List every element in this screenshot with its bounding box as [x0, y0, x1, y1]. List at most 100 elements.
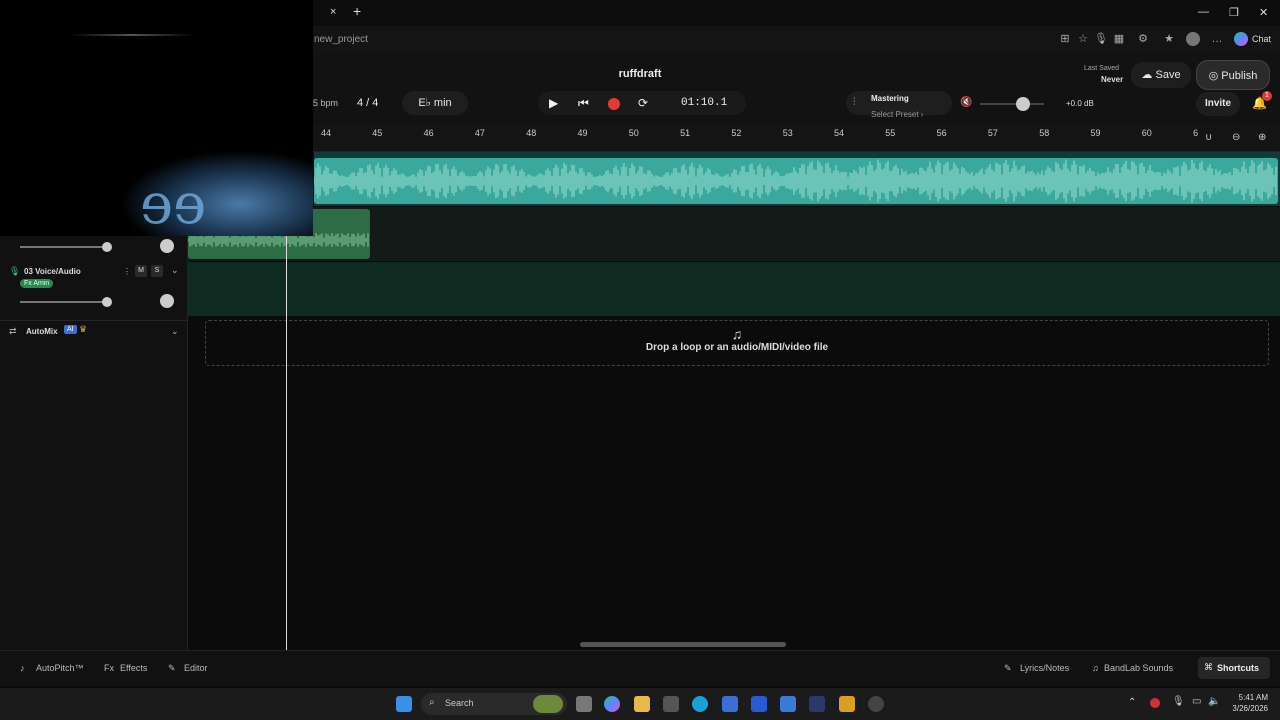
chat-label[interactable]: Chat [1252, 34, 1271, 44]
master-volume-knob[interactable] [1016, 97, 1030, 111]
time-display: 01:10.1 [681, 97, 728, 109]
task-view-icon[interactable] [576, 696, 592, 712]
timeline-ruler[interactable]: 44 45 46 47 48 49 50 51 52 53 54 55 56 57 58 59 60 6 [313, 124, 1280, 152]
rewind-icon[interactable]: ⏮ [578, 96, 589, 111]
key-selector[interactable]: E♭ min [402, 91, 468, 115]
more-menu-icon[interactable]: … [1210, 32, 1224, 46]
taskbar-search[interactable]: ⌕ Search [421, 693, 567, 715]
tab-close-button[interactable]: × [330, 6, 336, 18]
record-icon[interactable] [608, 98, 620, 110]
autopitch-button[interactable]: AutoPitch™ [36, 663, 84, 673]
track-volume-handle[interactable] [102, 297, 112, 307]
snap-magnet-icon[interactable]: ∪ [1205, 132, 1212, 143]
bpm-display[interactable]: 5 bpm [313, 98, 338, 108]
clock-time[interactable]: 5:41 AM [1230, 693, 1268, 702]
store-icon[interactable] [722, 696, 738, 712]
mic-icon[interactable]: 🎙 [1094, 32, 1108, 46]
favorites-icon[interactable]: ★ [1162, 32, 1176, 46]
r-app-icon[interactable] [839, 696, 855, 712]
fx-icon: Fx [104, 663, 114, 673]
fx-badge[interactable]: Fx Amin [20, 279, 54, 288]
time-signature[interactable]: 4 / 4 [357, 97, 378, 109]
drop-zone[interactable]: ♫ Drop a loop or an audio/MIDI/video fil… [205, 320, 1269, 366]
chevron-up-icon[interactable]: ⌃ [1128, 697, 1136, 708]
url-text[interactable]: new_project [314, 34, 368, 45]
profile-avatar[interactable] [1186, 32, 1200, 46]
horizontal-scrollbar[interactable] [580, 642, 786, 647]
search-highlight-icon [533, 695, 563, 713]
extensions-icon[interactable]: ⚙ [1136, 32, 1150, 46]
file-explorer-icon[interactable] [634, 696, 650, 712]
solo-button[interactable]: S [151, 265, 163, 277]
search-icon: ⌕ [429, 697, 435, 708]
audio-clip[interactable] [314, 158, 1278, 204]
pencil-icon: ✎ [168, 663, 176, 673]
app-icon[interactable]: ⊞ [1058, 32, 1072, 46]
volume-tray-icon[interactable]: 🔈 [1208, 696, 1220, 707]
mute-button[interactable]: M [135, 265, 147, 277]
zoom-out-icon[interactable]: ⊖ [1232, 132, 1240, 143]
ruler-tick-label: 52 [731, 128, 742, 138]
track-menu-icon[interactable]: ⋮ [123, 267, 131, 276]
new-tab-button[interactable]: + [353, 3, 361, 19]
automix-label[interactable]: AutoMix [26, 327, 58, 336]
ai-badge: AI [64, 325, 77, 334]
shortcuts-label: Shortcuts [1217, 663, 1260, 673]
volume-db: +0.0 dB [1066, 99, 1094, 108]
grid-icon[interactable]: ▦ [1112, 32, 1126, 46]
project-title[interactable]: ruffdraft [560, 68, 720, 80]
clock-date[interactable]: 3/26/2026 [1226, 704, 1268, 713]
editor-app-icon[interactable] [751, 696, 767, 712]
track-lanes[interactable]: ♫ Drop a loop or an audio/MIDI/video fil… [188, 152, 1280, 650]
copilot-taskbar-icon[interactable] [604, 696, 620, 712]
chevron-down-icon[interactable]: ⌄ [171, 265, 179, 276]
restore-icon[interactable]: ❐ [1229, 6, 1239, 19]
ruler-tick-label: 48 [526, 128, 537, 138]
windows-start-icon[interactable] [396, 696, 412, 712]
master-volume-slider[interactable] [980, 103, 1044, 105]
steam-icon[interactable] [809, 696, 825, 712]
mastering-preset: Select Preset › [871, 110, 924, 119]
invite-button[interactable]: Invite [1196, 92, 1240, 116]
settings-gear-icon[interactable] [868, 696, 884, 712]
drop-zone-text: Drop a loop or an audio/MIDI/video file [645, 342, 829, 353]
favorite-star-icon[interactable]: ☆ [1076, 32, 1090, 46]
loop-icon[interactable]: ⟳ [638, 96, 648, 110]
shortcuts-button[interactable]: ⌘ Shortcuts [1198, 657, 1270, 679]
publish-button[interactable]: ◎ Publish [1196, 60, 1270, 90]
save-button[interactable]: ☁ Save [1131, 62, 1191, 88]
track-lane[interactable] [188, 262, 1280, 316]
track-volume-slider[interactable] [20, 301, 108, 303]
track-volume-handle[interactable] [102, 242, 112, 252]
mail-icon[interactable] [780, 696, 796, 712]
tray-app-icon[interactable] [1150, 698, 1160, 708]
mastering-label: Mastering [871, 94, 909, 103]
window-close-icon[interactable]: ✕ [1259, 6, 1268, 19]
effects-button[interactable]: Effects [120, 663, 147, 673]
chevron-down-icon[interactable]: ⌄ [171, 326, 179, 337]
lyrics-button[interactable]: Lyrics/Notes [1020, 663, 1069, 673]
editor-button[interactable]: Editor [184, 663, 208, 673]
ruler-tick-label: 55 [885, 128, 896, 138]
music-note-add-icon: ♫ [731, 326, 743, 342]
minimize-icon[interactable]: — [1198, 6, 1209, 18]
ruler-tick-label: 58 [1039, 128, 1050, 138]
network-icon[interactable]: ▭ [1192, 696, 1201, 707]
last-saved-label: Last Saved [1084, 65, 1120, 72]
copilot-icon[interactable] [1234, 32, 1248, 46]
pan-knob[interactable] [160, 294, 174, 308]
play-icon[interactable]: ▶ [549, 96, 558, 110]
overlay-line [70, 34, 194, 36]
track-volume-slider[interactable] [20, 246, 108, 248]
bandlab-sounds-button[interactable]: BandLab Sounds [1104, 663, 1173, 673]
pan-knob[interactable] [160, 239, 174, 253]
sounds-icon: ♫ [1092, 663, 1099, 673]
mastering-icon: ⫶ [853, 97, 856, 108]
edge-icon[interactable] [692, 696, 708, 712]
track-name[interactable]: 03 Voice/Audio [24, 267, 81, 276]
mute-volume-icon[interactable]: 🔇 [960, 97, 972, 108]
ruler-tick-label: 47 [474, 128, 485, 138]
mic-tray-icon[interactable]: 🎙 [1172, 696, 1185, 707]
app-icon[interactable] [663, 696, 679, 712]
zoom-in-icon[interactable]: ⊕ [1258, 132, 1266, 143]
